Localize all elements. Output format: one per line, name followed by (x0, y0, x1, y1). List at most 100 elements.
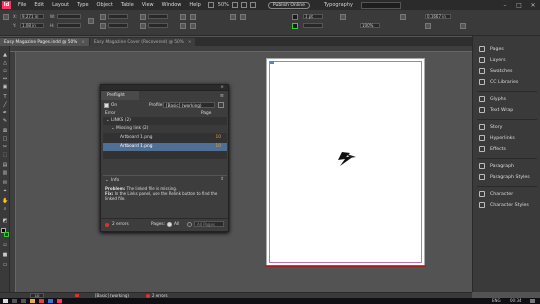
y-field[interactable]: 1.08 in (20, 23, 44, 28)
select-container-icon[interactable] (180, 23, 186, 29)
formatting-affects-container-icon[interactable]: ▫ (2, 242, 8, 248)
default-fill-stroke-icon[interactable]: ◩ (2, 218, 8, 224)
panel-menu-icon[interactable]: ≡ (220, 93, 224, 99)
disclosure-icon[interactable]: ⌄ (111, 126, 115, 131)
line-tool-icon[interactable]: ╱ (2, 102, 8, 108)
menu-table[interactable]: Table (117, 2, 138, 8)
direct-selection-tool-icon[interactable]: △ (2, 60, 8, 66)
menu-edit[interactable]: Edit (30, 2, 48, 8)
page-range-field[interactable]: All Pages (194, 221, 224, 227)
vertical-ruler[interactable] (10, 52, 16, 292)
close-button[interactable]: ✕ (526, 2, 540, 9)
close-tab-icon[interactable]: × (81, 40, 85, 45)
rectangle-tool-icon[interactable]: □ (2, 136, 8, 142)
arrange-documents-icon[interactable] (249, 2, 256, 8)
pencil-tool-icon[interactable]: ✎ (2, 118, 8, 124)
panel-effects[interactable]: Effects (473, 144, 539, 154)
scale-x-field[interactable] (108, 14, 128, 19)
type-tool-icon[interactable]: T (2, 94, 8, 100)
dimension-field[interactable]: 0.1667 in (425, 14, 451, 19)
search-icon[interactable] (12, 299, 17, 303)
menu-layout[interactable]: Layout (48, 2, 73, 8)
panel-swatches[interactable]: Swatches (473, 66, 539, 76)
scale-y-icon[interactable] (100, 23, 106, 29)
scale-x-icon[interactable] (100, 14, 106, 20)
panel-glyphs[interactable]: Glyphs (473, 94, 539, 104)
panel-story[interactable]: Story (473, 122, 539, 132)
menu-window[interactable]: Window (158, 2, 186, 8)
preflight-tab[interactable]: Preflight (101, 91, 139, 100)
stroke-color-icon[interactable] (4, 232, 9, 237)
stroke-type-select[interactable] (303, 23, 323, 28)
close-tab-icon[interactable]: × (188, 40, 192, 45)
auto-fit-icon[interactable] (425, 23, 431, 29)
start-icon[interactable] (3, 299, 8, 303)
screen-mode-tool-icon[interactable]: ▭ (2, 262, 8, 268)
panel-layers[interactable]: Layers (473, 55, 539, 65)
scissors-tool-icon[interactable]: ✂ (2, 144, 8, 150)
app-icon[interactable] (48, 299, 53, 303)
clock[interactable]: 00:34 (510, 298, 522, 303)
eyedropper-tool-icon[interactable]: ⌖ (2, 188, 8, 194)
drop-shadow-icon[interactable] (400, 14, 406, 20)
panel-hyperlinks[interactable]: Hyperlinks (473, 133, 539, 143)
w-field[interactable] (57, 14, 81, 19)
reference-point-icon[interactable] (3, 14, 9, 20)
menu-file[interactable]: File (14, 2, 30, 8)
h-field[interactable] (57, 23, 81, 28)
select-content-icon[interactable] (190, 23, 196, 29)
flip-horizontal-icon[interactable] (180, 14, 186, 20)
panel-cc-libraries[interactable]: CC Libraries (473, 77, 539, 87)
apply-color-icon[interactable]: ■ (2, 252, 8, 258)
zoom-level[interactable]: 50% (218, 2, 229, 8)
page-tool-icon[interactable]: ▫ (2, 68, 8, 74)
tab-easy-magazine-cover[interactable]: Easy Magazine Cover (Recovered) @ 50% × (89, 38, 196, 46)
menu-object[interactable]: Object (93, 2, 117, 8)
gradient-tool-icon[interactable]: ▤ (2, 162, 8, 168)
scale-y-field[interactable] (108, 23, 128, 28)
screen-mode-icon[interactable] (240, 2, 247, 8)
shear-icon[interactable] (140, 23, 146, 29)
rotate-icon[interactable] (140, 14, 146, 20)
workspace-switcher[interactable]: Typography (324, 2, 353, 8)
menu-help[interactable]: Help (185, 2, 204, 8)
next-object-icon[interactable] (240, 14, 246, 20)
content-collector-icon[interactable]: ▣ (2, 84, 8, 90)
shear-field[interactable] (148, 23, 168, 28)
task-view-icon[interactable] (21, 299, 26, 303)
selection-tool-icon[interactable]: ▲ (2, 52, 8, 58)
constrain-proportions-icon[interactable] (88, 18, 94, 24)
browser-icon[interactable] (39, 299, 44, 303)
zoom-tool-icon[interactable]: ⌕ (2, 206, 8, 212)
list-item-missing-link[interactable]: ⌄ Missing link (2) (103, 125, 227, 133)
profile-edit-icon[interactable] (218, 102, 224, 108)
list-item-artboard-selected[interactable]: Artboard 1.png 10 (103, 143, 227, 151)
opacity-field[interactable]: 100% (360, 23, 380, 28)
panel-character-styles[interactable]: Character Styles (473, 200, 539, 210)
lightning-logo-graphic[interactable] (334, 151, 358, 167)
flip-vertical-icon[interactable] (190, 14, 196, 20)
publish-online-button[interactable]: Publish Online (267, 1, 310, 9)
panel-close-icon[interactable]: × (220, 85, 224, 90)
note-tool-icon[interactable]: ✉ (2, 180, 8, 186)
menu-type[interactable]: Type (73, 2, 92, 8)
bridge-icon[interactable] (207, 2, 214, 8)
pen-tool-icon[interactable]: ✒ (2, 110, 8, 116)
page-range-radio[interactable] (187, 222, 192, 227)
horizontal-ruler[interactable] (10, 46, 472, 52)
info-disclosure-icon[interactable]: ⌄ (105, 178, 109, 183)
indesign-taskbar-icon[interactable] (57, 299, 62, 303)
hand-tool-icon[interactable]: ✋ (2, 198, 8, 204)
panel-text-wrap[interactable]: Text Wrap (473, 105, 539, 115)
page-number-link[interactable]: 10 (216, 143, 221, 151)
rectangle-frame-tool-icon[interactable]: ⊠ (2, 128, 8, 134)
file-explorer-icon[interactable] (30, 299, 35, 303)
stroke-weight-field[interactable]: 1 pt (303, 14, 323, 19)
frame-fitting-icon[interactable] (460, 23, 466, 29)
fill-swatch[interactable] (292, 14, 298, 20)
effects-fx-icon[interactable] (340, 14, 346, 20)
list-item-links[interactable]: ⌄ LINKS (2) (103, 117, 227, 125)
profile-select[interactable]: [Basic] (working) (163, 102, 215, 108)
panel-pages[interactable]: Pages (473, 44, 539, 54)
notification-icon[interactable] (530, 299, 535, 303)
